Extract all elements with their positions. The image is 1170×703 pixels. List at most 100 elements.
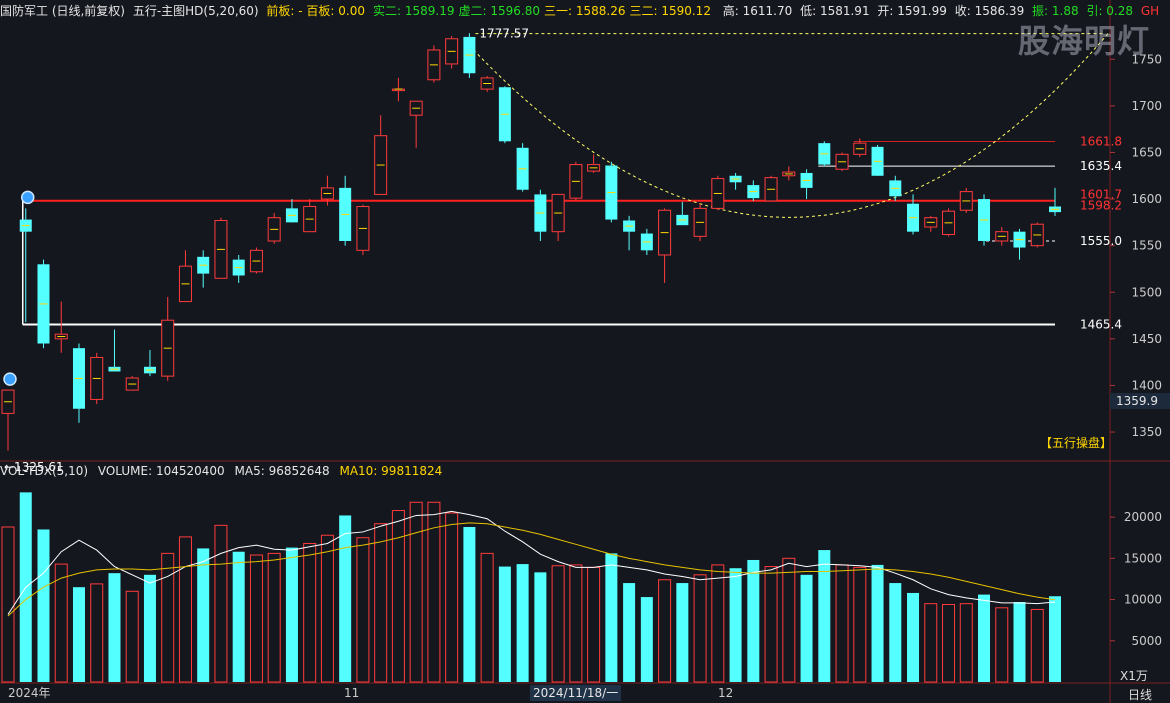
volume-bar [249,554,263,683]
price-tick-label: 1500 [1131,285,1162,299]
main-header: 国防军工 (日线,前复权) 五行-主图HD(5,20,60) 前板: - 百板:… [0,0,1170,22]
volume-bar [303,542,317,683]
volume-bar [1,526,15,683]
cup-arc [469,33,1109,218]
volume-tick-label: 10000 [1124,593,1162,607]
volume-unit: X1万 [1120,669,1148,683]
signal-marker [3,372,17,386]
high-label: 高: 1611.70 [722,4,793,18]
volume-bar [782,557,796,683]
volume-bar [37,529,50,682]
volume-bar [764,566,778,683]
open-label: 开: 1591.99 [877,4,947,18]
wuxing-badge[interactable]: 【五行操盘】 [1040,434,1112,451]
san-er-label: 三二: 1590.12 [629,4,711,18]
volume-bar [356,537,370,683]
level-label-1555: 1555.0 [1080,234,1122,248]
chart-window: 1350 1400 1450 1500 1550 1600 1650 1700 1750 5000… [0,0,1170,703]
volume-bar [978,594,991,682]
qianban-label: 前板: - 百板: 0.00 [266,4,366,18]
price-tick-label: 1600 [1131,192,1162,206]
volume-bar [534,572,547,682]
volume-bar [339,515,352,682]
volume-bar [640,597,653,682]
volume-bar [125,590,139,683]
x-label-dec: 12 [718,686,734,700]
vol-value: VOLUME: 104520400 [97,464,225,478]
period-label[interactable]: 日线 [1128,686,1152,703]
level-label-1661: 1661.8 [1080,134,1122,148]
volume-bar [587,566,601,683]
volume-bar [214,524,228,683]
volume-bar [995,607,1009,683]
signal-marker [20,190,35,205]
level-label-1465: 1465.4 [1080,317,1122,331]
volume-bar [818,550,831,682]
volume-bar [711,564,725,683]
vol-indicator-name[interactable]: VOL-TDX(5,10) [0,464,88,478]
volume-bar [693,574,707,683]
close-label: 收: 1586.39 [954,4,1025,18]
low-label: 低: 1581.91 [800,4,870,18]
volume-tick-label: 15000 [1124,551,1162,565]
volume-bar [178,536,192,683]
watermark: 股海明灯 [1018,22,1151,60]
xu-er-label: 虚二: 1596.80 [458,4,540,18]
volume-header: VOL-TDX(5,10) VOLUME: 104520400 MA5: 968… [0,462,1110,480]
x-label-cursor-date: 2024/11/18/一 [530,685,622,701]
x-label-year: 2024年 [8,686,51,700]
volume-bar [1049,596,1061,682]
volume-bar [605,553,618,682]
price-tick-label: 1450 [1131,332,1162,346]
volume-bar [374,523,388,683]
volume-tick-label: 5000 [1131,634,1162,648]
san-yi-label: 三一: 1588.26 [543,4,626,18]
volume-bar [676,583,689,682]
volume-bar [409,501,423,683]
volume-bar [800,574,813,682]
price-tick-label: 1400 [1131,378,1162,392]
vol-ma5: MA5: 96852648 [234,464,330,478]
volume-bar [320,534,334,683]
price-tick-label: 1700 [1131,99,1162,113]
volume-bar [72,587,85,682]
shi-er-label: 实二: 1589.19 [373,4,455,18]
volume-bar [942,603,956,683]
current-price-tag: 1359.9 [1110,393,1170,409]
volume-bar [747,559,760,682]
kline-chart[interactable]: 1350140014501500155016001650170017505000… [0,0,1170,703]
volume-bar [1013,602,1026,682]
x-label-nov: 11 [344,686,360,700]
volume-bar [498,566,511,682]
volume-bar [267,552,281,683]
price-tick-label: 1350 [1131,425,1162,439]
volume-bar [54,563,68,683]
stock-title: 国防军工 (日线,前复权) [0,4,125,18]
volume-bar [658,579,672,683]
volume-bar [835,564,849,683]
volume-bar [285,547,298,682]
volume-bar [871,564,884,682]
volume-bar [551,565,565,683]
volume-bar [161,552,175,683]
volume-bar [853,566,867,683]
volume-bar [143,574,156,682]
indicator-name[interactable]: 五行-主图HD(5,20,60) [133,4,259,18]
volume-tick-label: 20000 [1124,510,1162,524]
level-label-1635: 1635.4 [1080,159,1122,173]
volume-bar [480,552,494,683]
volume-bar [729,568,742,682]
level-label-1598: 1598.2 [1080,199,1122,213]
volume-bar [569,564,583,683]
vol-ma10: MA10: 99811824 [339,464,443,478]
volume-bar [108,573,121,682]
volume-bar [907,592,920,682]
price-tick-label: 1650 [1131,145,1162,159]
volume-bar [889,583,902,682]
indicator-values: 前板: - 百板: 0.00 实二: 1589.19 虚二: 1596.80 三一: … [266,4,715,18]
price-tick-label: 1550 [1131,239,1162,253]
volume-bar [90,583,104,683]
volume-bar [516,564,529,682]
volume-bar [445,512,459,683]
volume-bar [924,603,938,683]
